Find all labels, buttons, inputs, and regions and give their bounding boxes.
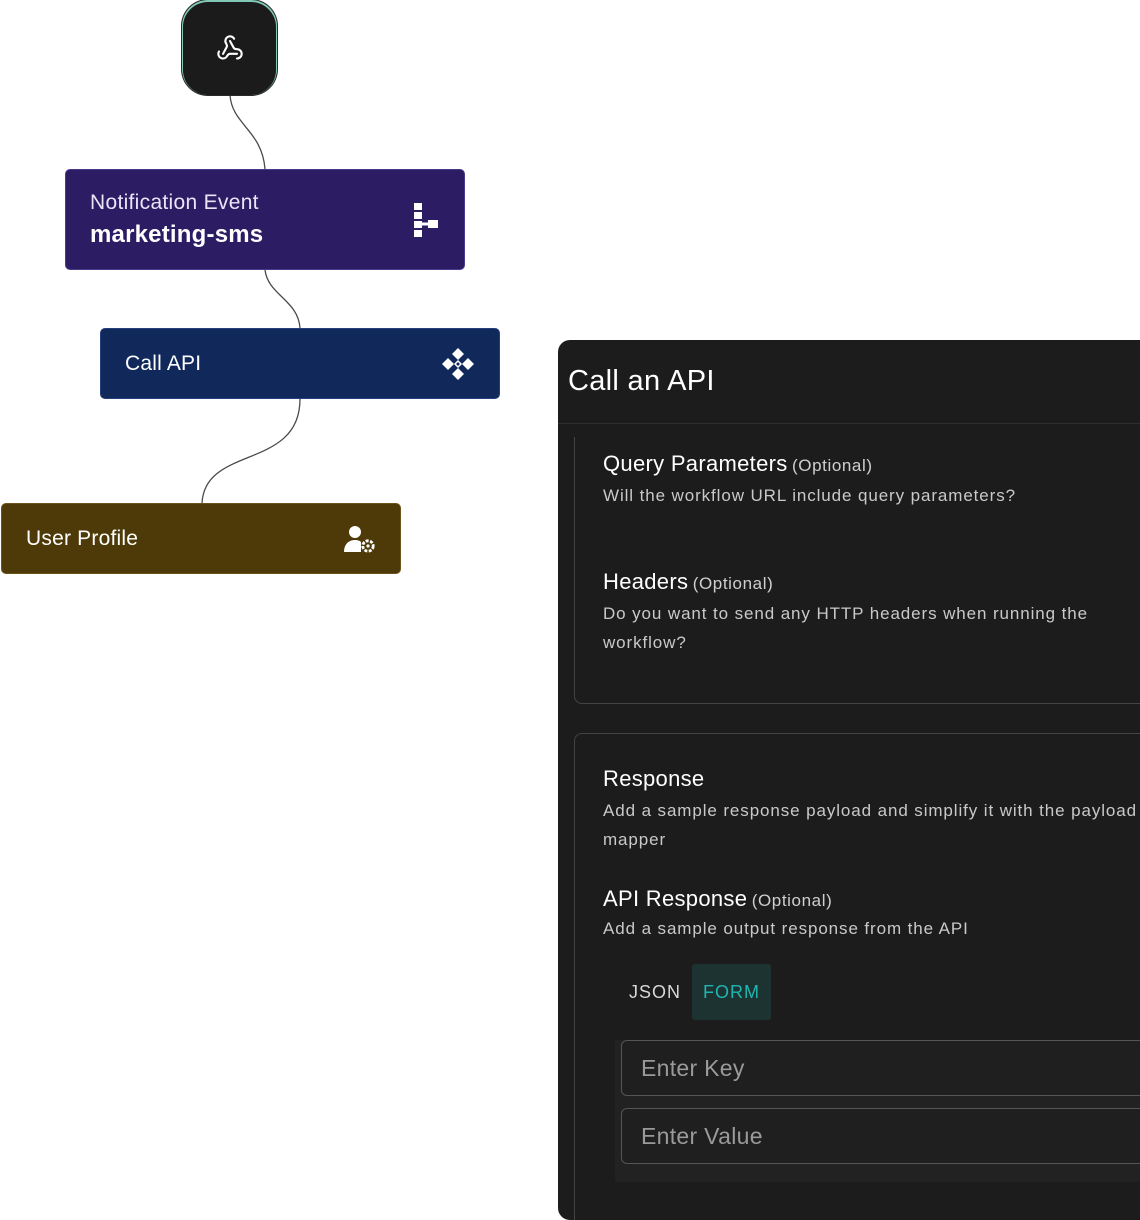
headers-optional: (Optional) [692, 574, 774, 593]
tab-json[interactable]: JSON [618, 964, 692, 1020]
query-parameters-field[interactable]: Query Parameters (Optional) Will the wor… [603, 451, 1140, 510]
api-response-description: Add a sample output response from the AP… [603, 919, 969, 938]
hierarchy-icon [412, 202, 440, 237]
headers-title: Headers [603, 569, 689, 594]
headers-field[interactable]: Headers (Optional) Do you want to send a… [603, 569, 1140, 657]
panel-header: Call an API [558, 340, 1140, 424]
user-gear-icon [344, 525, 376, 553]
query-parameters-optional: (Optional) [791, 456, 873, 475]
key-value-form [615, 1040, 1140, 1182]
response-section: Response Add a sample response payload a… [574, 733, 1140, 1220]
notification-node-title: Notification Event [90, 190, 259, 214]
user-profile-node-label: User Profile [26, 526, 139, 550]
notification-node-event-name: marketing-sms [90, 220, 264, 248]
edge-notification-to-callapi [264, 269, 301, 329]
edge-trigger-to-notification [229, 94, 266, 170]
call-api-panel: Call an API Query Parameters (Optional) … [558, 340, 1140, 1220]
api-response-field: API Response (Optional) Add a sample out… [603, 886, 1140, 943]
panel-title: Call an API [568, 365, 715, 397]
call-api-node-label: Call API [125, 351, 202, 375]
trigger-node[interactable] [182, 0, 277, 95]
call-api-node[interactable]: Call API [100, 328, 500, 399]
headers-description: Do you want to send any HTTP headers whe… [603, 604, 1088, 652]
response-format-tabs: JSON FORM [618, 964, 772, 1020]
response-title: Response [603, 766, 705, 791]
response-field: Response Add a sample response payload a… [603, 766, 1140, 854]
api-response-title: API Response [603, 886, 748, 911]
api-response-optional: (Optional) [751, 891, 833, 910]
webhook-icon [216, 34, 244, 62]
diamond-nodes-icon [441, 347, 475, 381]
edge-callapi-to-userprofile [201, 398, 301, 504]
query-parameters-description: Will the workflow URL include query para… [603, 486, 1016, 505]
response-description: Add a sample response payload and simpli… [603, 801, 1137, 849]
enter-value-input[interactable] [621, 1108, 1140, 1164]
tab-form[interactable]: FORM [692, 964, 772, 1020]
notification-event-node[interactable]: Notification Event marketing-sms [65, 169, 465, 270]
query-parameters-title: Query Parameters [603, 451, 788, 476]
user-profile-node[interactable]: User Profile [1, 503, 401, 574]
enter-key-input[interactable] [621, 1040, 1140, 1096]
request-section: Query Parameters (Optional) Will the wor… [574, 437, 1140, 704]
